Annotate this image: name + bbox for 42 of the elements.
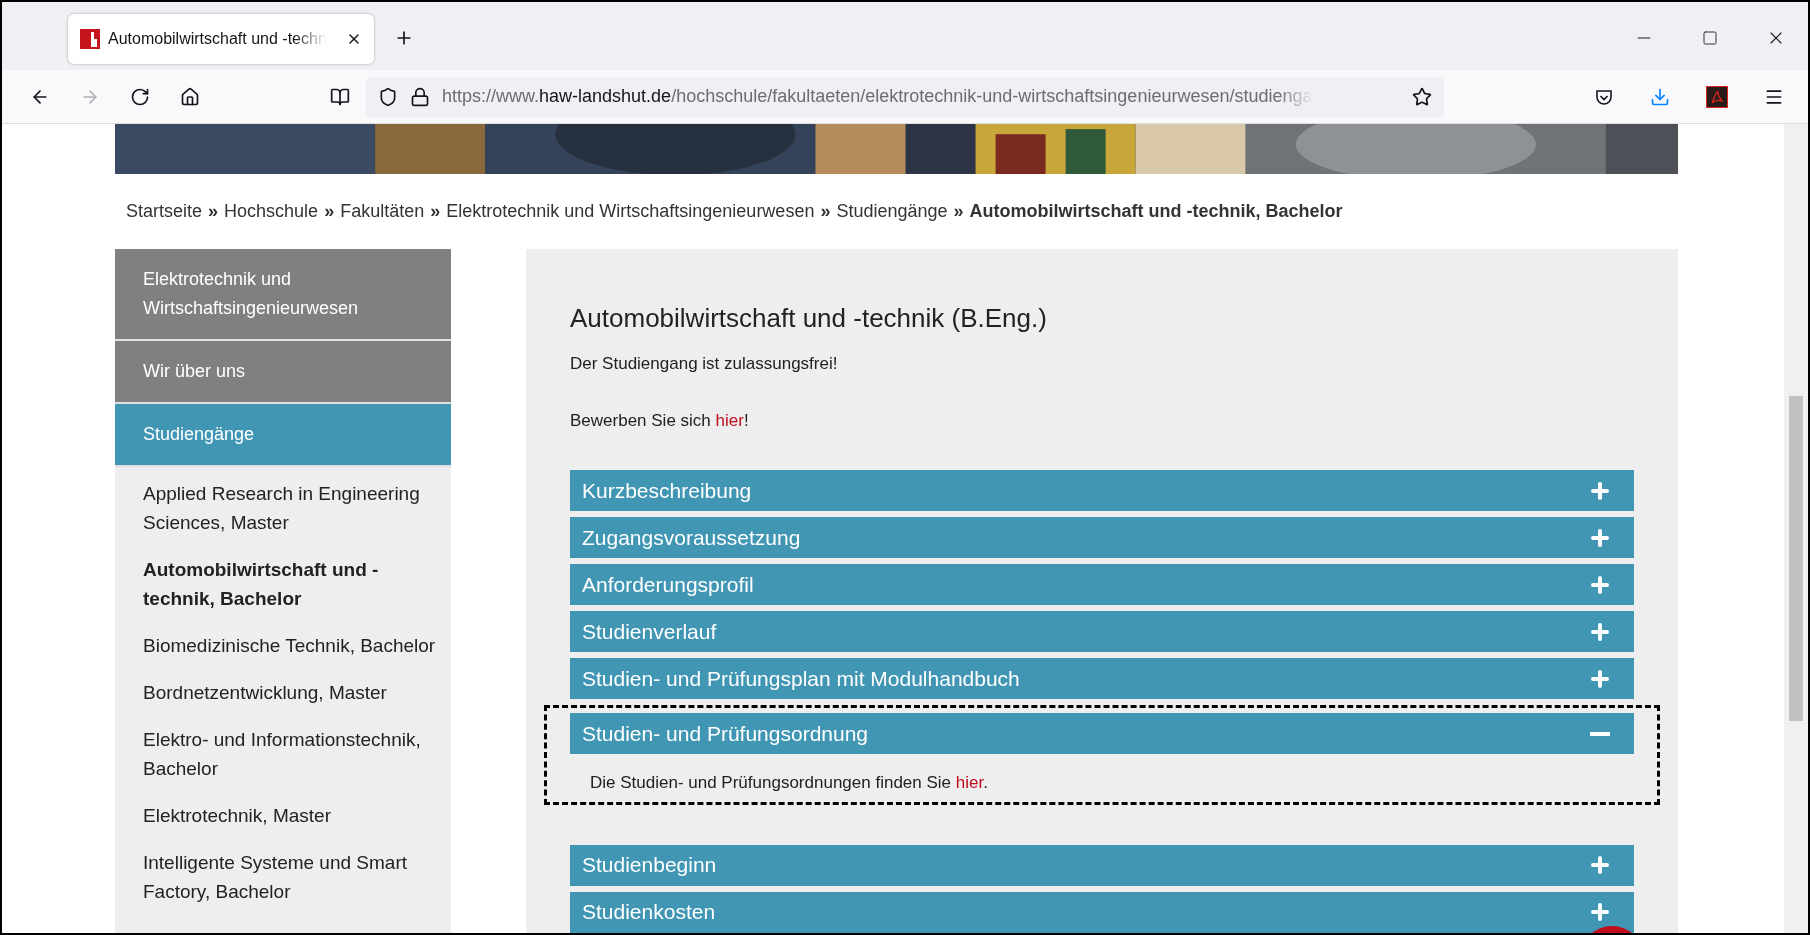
program-link[interactable]: Biomedizinische Technik, Bachelor: [143, 631, 441, 660]
breadcrumb-separator: »: [953, 200, 964, 223]
hier-link[interactable]: hier: [715, 410, 744, 430]
shield-icon: [378, 86, 398, 107]
program-link[interactable]: Applied Research in Engineering Sciences, Master: [143, 479, 441, 537]
home-icon[interactable]: [180, 86, 200, 107]
breadcrumb-link[interactable]: Studiengänge: [836, 198, 948, 225]
scrollbar-thumb[interactable]: [1789, 396, 1803, 721]
breadcrumb-link[interactable]: Fakultäten: [340, 198, 425, 225]
pdf-extension-icon[interactable]: [1706, 85, 1728, 108]
page-title: Automobilwirtschaft und -technik (B.Eng.): [570, 302, 1048, 335]
program-link[interactable]: Elektrotechnik, Master: [143, 801, 441, 830]
hier-link[interactable]: hier: [955, 773, 984, 792]
breadcrumb-link[interactable]: Automobilwirtschaft und -technik, Bachelor: [969, 198, 1343, 225]
browser-tab[interactable]: Automobilwirtschaft und -techn: [68, 14, 374, 64]
program-link[interactable]: Bordnetzentwicklung, Master: [143, 678, 441, 707]
reload-icon[interactable]: [130, 86, 150, 107]
expand-icon: [1588, 853, 1612, 877]
breadcrumb-link[interactable]: Elektrotechnik und Wirtschaftsingenieurwesen: [446, 198, 815, 225]
program-link[interactable]: Automobilwirtschaft und -technik, Bachelor: [143, 555, 441, 613]
sidebar-section[interactable]: Elektrotechnik und Wirtschaftsingenieurwesen: [115, 249, 451, 341]
breadcrumb-separator: »: [324, 200, 335, 223]
collapse-icon: [1590, 731, 1610, 736]
maximize-icon[interactable]: [1702, 30, 1718, 46]
breadcrumb-link[interactable]: Startseite: [126, 198, 203, 225]
reader-view-icon[interactable]: [330, 86, 350, 107]
breadcrumb-separator: »: [430, 200, 441, 223]
sidebar-section[interactable]: Wir über uns: [115, 341, 451, 404]
tab-title: Automobilwirtschaft und -techn: [108, 29, 327, 49]
program-link[interactable]: Elektro- und Informationstechnik, Bachelor: [143, 725, 441, 783]
site-logo-icon: [80, 29, 100, 49]
admission-note: Der Studiengang ist zulassungsfrei!: [570, 353, 839, 375]
content-text: Die Studien- und Prüfungsordnungen finden Sie hier.: [590, 772, 989, 794]
expand-icon: [1588, 900, 1612, 924]
breadcrumb-separator: »: [208, 200, 219, 223]
bookmark-star-icon[interactable]: [1412, 86, 1432, 107]
program-link[interactable]: Intelligente Systeme und Smart Factory, Bachelor: [143, 848, 441, 906]
breadcrumb-separator: »: [820, 200, 831, 223]
content-text: Bewerben Sie sich hier!: [570, 409, 750, 432]
download-icon[interactable]: [1650, 86, 1670, 107]
lock-icon: [410, 86, 430, 107]
breadcrumb-link[interactable]: Hochschule: [224, 198, 319, 225]
